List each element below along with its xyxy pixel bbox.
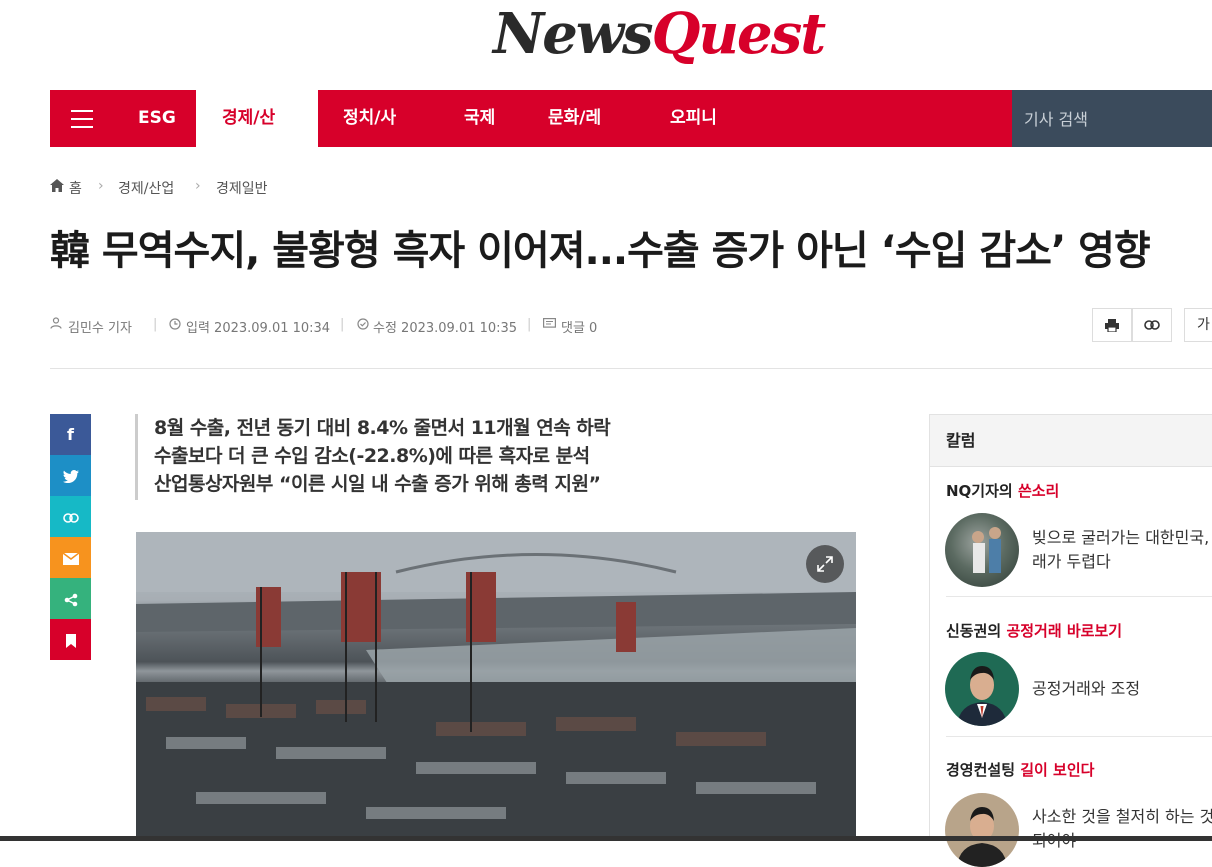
column-headline[interactable]: 사소한 것을 철저히 하는 것 되어야 xyxy=(1032,805,1212,853)
columnist-avatar[interactable] xyxy=(945,793,1019,867)
article-photo xyxy=(136,532,856,841)
expand-icon xyxy=(817,556,833,572)
article-title: 韓 무역수지, 불황형 흑자 이어져...수출 증가 아닌 ‘수입 감소’ 영향 xyxy=(50,228,1151,274)
link-icon xyxy=(62,512,79,523)
summary-line: 수출보다 더 큰 수입 감소(-22.8%)에 따른 흑자로 분석 xyxy=(154,445,590,467)
columnist-avatar[interactable] xyxy=(945,513,1019,587)
logo-news-text: News xyxy=(493,1,654,67)
nav-item-politics[interactable]: 정치/사 xyxy=(343,90,396,147)
column-headline-line: 빚으로 굴러가는 대한민국, xyxy=(1032,528,1210,547)
column-accent: 쓴소리 xyxy=(1017,482,1060,500)
comment-icon xyxy=(543,318,557,334)
hamburger-icon xyxy=(71,110,93,128)
breadcrumb-level2[interactable]: 경제일반 xyxy=(216,178,268,198)
column-prefix: NQ기자의 xyxy=(946,482,1018,500)
column-accent: 공정거래 바로보기 xyxy=(1006,622,1123,640)
facebook-share-button[interactable]: f xyxy=(50,414,91,455)
clock-icon xyxy=(169,318,181,334)
column-headline[interactable]: 공정거래와 조정 xyxy=(1032,677,1212,701)
column-prefix: 경영컨설팅 xyxy=(946,761,1021,779)
site-logo[interactable]: NewsQuest xyxy=(0,0,1212,90)
chevron-right-icon: › xyxy=(195,178,201,194)
column-accent: 길이 보인다 xyxy=(1020,761,1095,779)
font-size-button[interactable]: 가 xyxy=(1184,308,1212,342)
bookmark-icon xyxy=(65,633,76,648)
breadcrumb-home[interactable]: 홈 xyxy=(69,178,82,198)
divider xyxy=(946,596,1212,597)
copy-link-button[interactable] xyxy=(1132,308,1172,342)
sidebar-heading: 칼럼 xyxy=(930,415,1212,467)
column-headline-line: 래가 두렵다 xyxy=(1032,552,1111,571)
person-icon xyxy=(50,317,62,333)
meta-divider: | xyxy=(527,317,532,332)
summary-line: 산업통상자원부 “이른 시일 내 수출 증가 위해 총력 지원” xyxy=(154,473,601,495)
author[interactable]: 김민수 기자 xyxy=(68,317,132,336)
nav-item-esg[interactable]: ESG xyxy=(138,90,176,147)
column-title[interactable]: 경영컨설팅 길이 보인다 xyxy=(946,759,1094,780)
home-icon[interactable] xyxy=(50,179,64,196)
column-headline-line: 사소한 것을 철저히 하는 것 xyxy=(1032,807,1212,826)
divider xyxy=(50,368,1212,369)
meta-divider: | xyxy=(153,317,158,332)
nav-item-economy[interactable]: 경제/산 xyxy=(196,90,318,147)
main-nav: ESG 경제/산 정치/사 국제 문화/레 오피니 xyxy=(50,90,1012,147)
link-icon xyxy=(1144,320,1160,330)
email-share-button[interactable] xyxy=(50,537,91,578)
article-summary: 8월 수출, 전년 동기 대비 8.4% 줄면서 11개월 연속 하락 수출보다… xyxy=(135,414,694,500)
link-share-button[interactable] xyxy=(50,496,91,537)
nav-item-world[interactable]: 국제 xyxy=(464,90,495,147)
port-container-photo xyxy=(136,532,856,841)
column-headline-line: 되어야 xyxy=(1032,829,1212,853)
summary-line: 8월 수출, 전년 동기 대비 8.4% 줄면서 11개월 연속 하락 xyxy=(154,417,611,439)
search-input[interactable] xyxy=(1022,90,1212,149)
window-bottom-edge xyxy=(0,836,1212,841)
column-headline-line: 공정거래와 조정 xyxy=(1032,679,1141,698)
print-icon xyxy=(1105,318,1119,333)
menu-button[interactable] xyxy=(50,90,114,147)
published-date: 입력 2023.09.01 10:34 xyxy=(186,321,331,336)
more-share-button[interactable] xyxy=(50,578,91,619)
nav-item-opinion[interactable]: 오피니 xyxy=(670,90,717,147)
column-title[interactable]: 신동권의 공정거래 바로보기 xyxy=(946,620,1122,641)
twitter-share-button[interactable] xyxy=(50,455,91,496)
nav-item-culture[interactable]: 문화/레 xyxy=(548,90,601,147)
modified-date: 수정 2023.09.01 10:35 xyxy=(373,321,518,336)
share-icon xyxy=(64,593,77,606)
meta-divider: | xyxy=(340,317,345,332)
twitter-icon xyxy=(62,470,79,483)
comment-count[interactable]: 댓글 0 xyxy=(561,317,597,336)
chevron-right-icon: › xyxy=(98,178,104,194)
expand-photo-button[interactable] xyxy=(806,545,844,583)
print-button[interactable] xyxy=(1092,308,1132,342)
logo-quest-text: Quest xyxy=(651,1,827,67)
column-headline[interactable]: 빚으로 굴러가는 대한민국, 래가 두렵다 xyxy=(1032,526,1212,574)
search-box xyxy=(1012,90,1212,149)
breadcrumb-level1[interactable]: 경제/산업 xyxy=(118,178,174,198)
column-prefix: 신동권의 xyxy=(946,622,1007,640)
divider xyxy=(946,736,1212,737)
columnist-avatar[interactable] xyxy=(945,652,1019,726)
bookmark-button[interactable] xyxy=(50,619,91,660)
email-icon xyxy=(62,551,79,565)
facebook-icon: f xyxy=(67,425,74,444)
column-title[interactable]: NQ기자의 쓴소리 xyxy=(946,480,1059,501)
check-circle-icon xyxy=(357,318,369,334)
